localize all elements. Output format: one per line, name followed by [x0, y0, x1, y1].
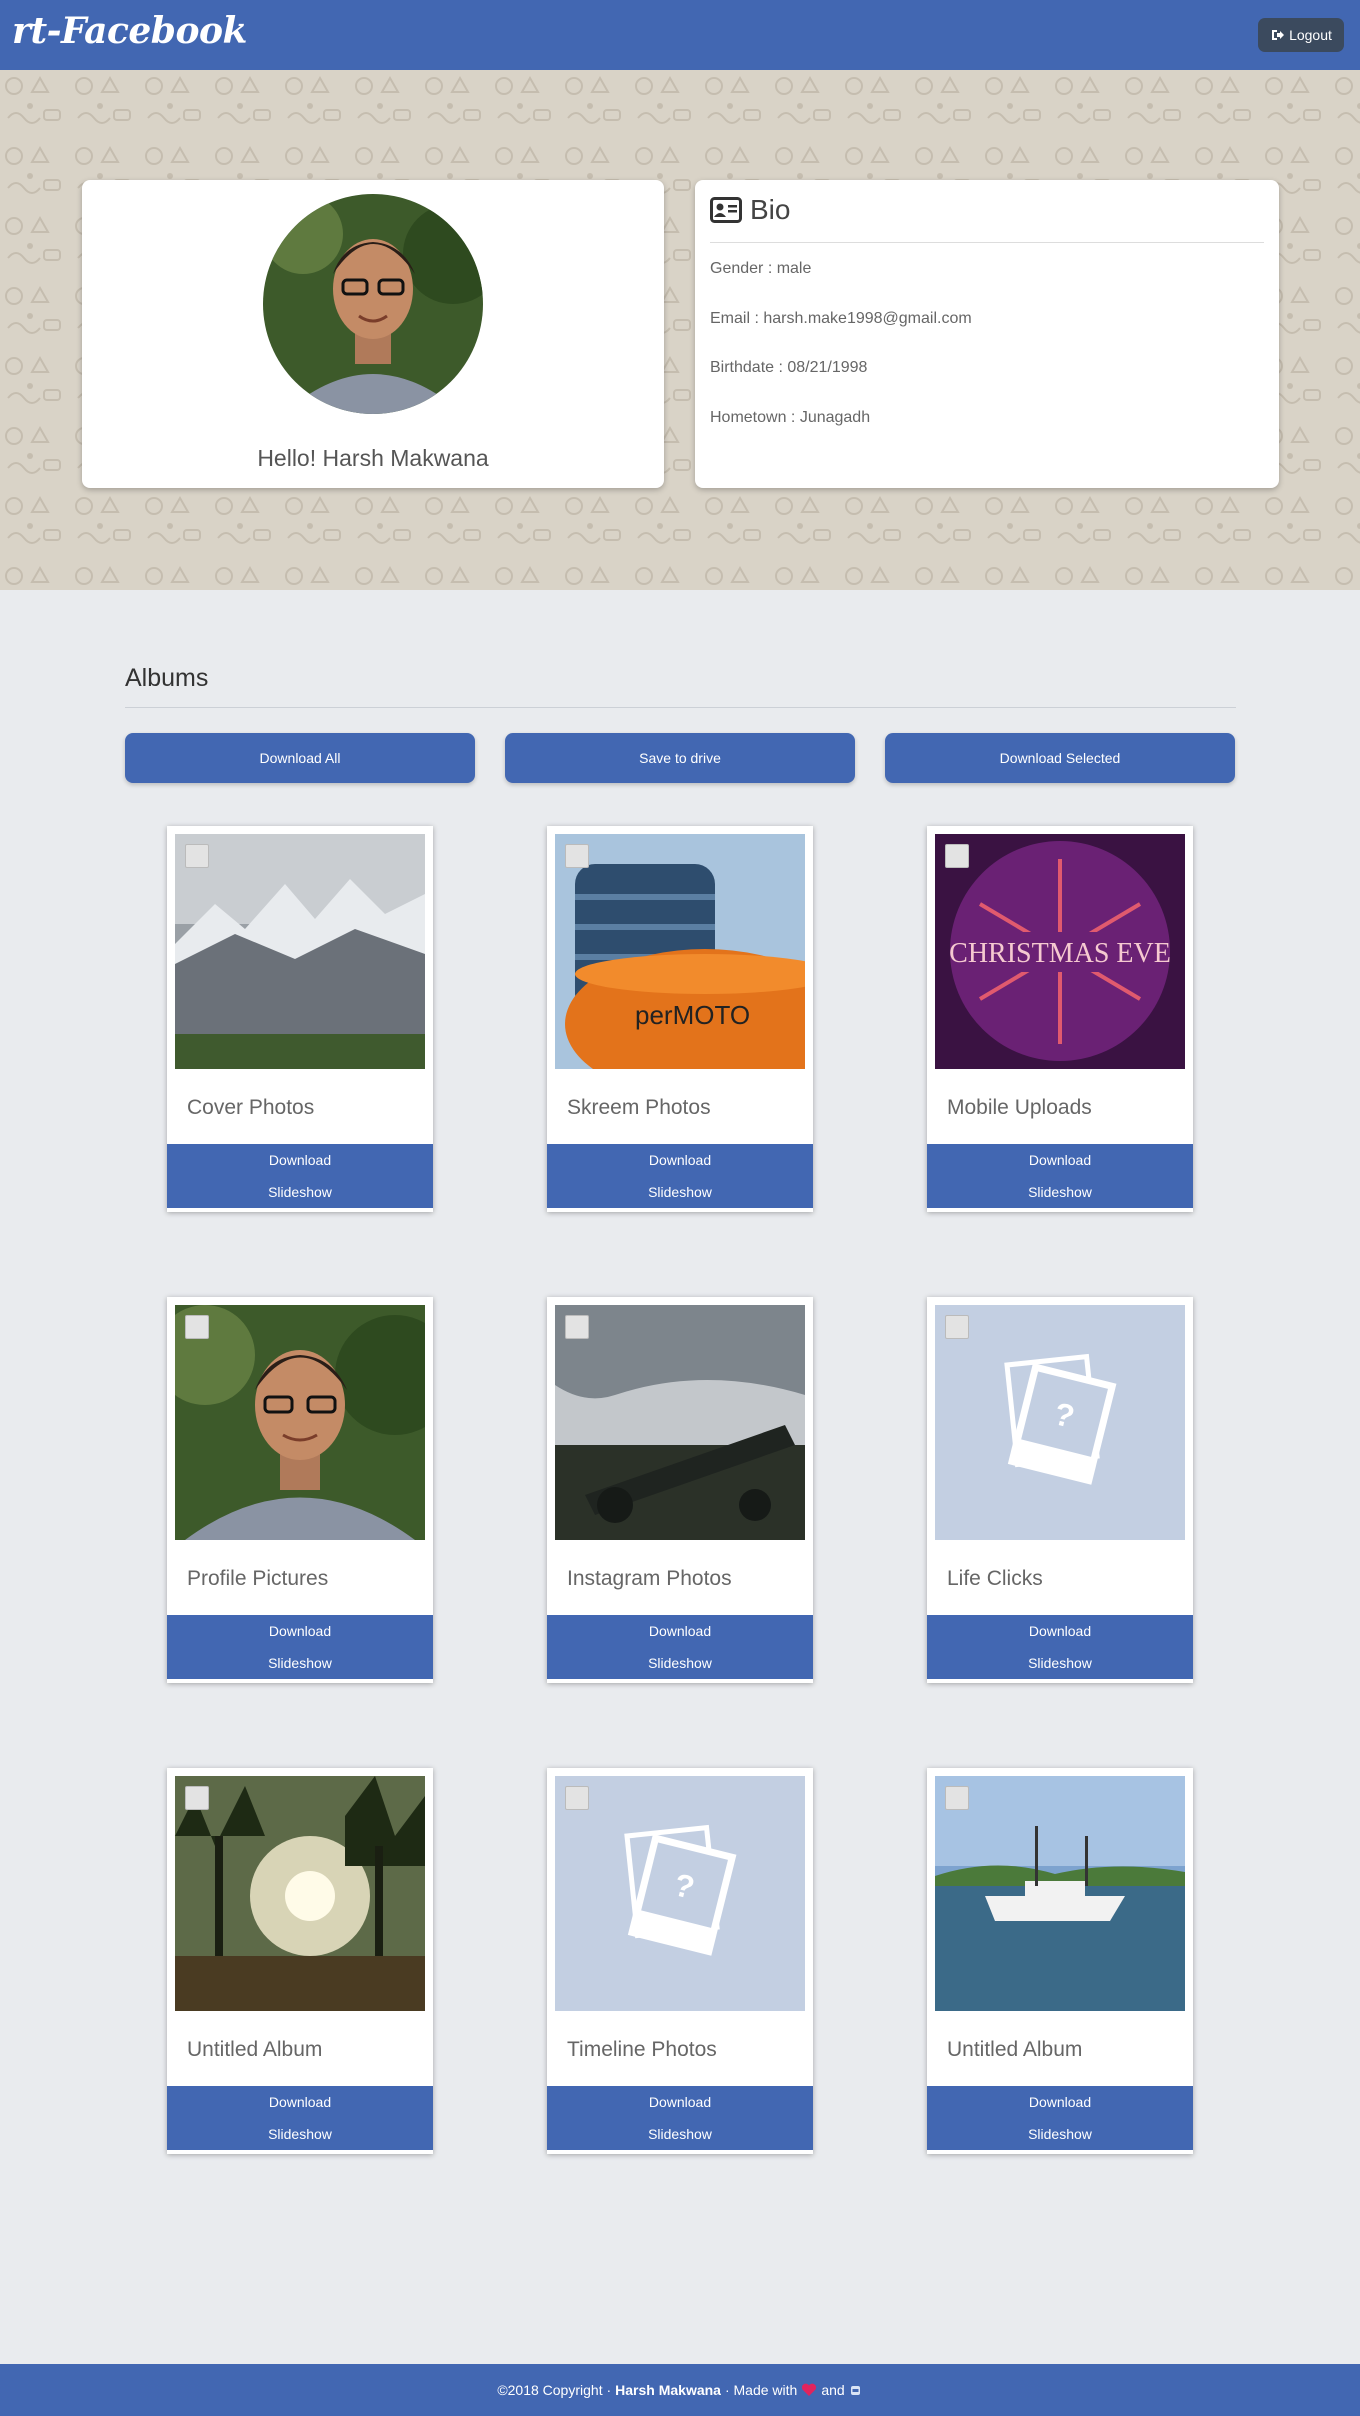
album-title: Profile Pictures — [187, 1567, 329, 1590]
album-slideshow-button[interactable]: Slideshow — [167, 1176, 433, 1208]
album-thumbnail[interactable]: ? — [935, 1305, 1185, 1540]
divider — [710, 242, 1264, 243]
profile-greeting: Hello! Harsh Makwana — [257, 445, 489, 471]
album-card: Untitled Album Download Slideshow — [927, 1768, 1193, 2154]
album-checkbox[interactable] — [185, 1315, 209, 1339]
album-thumbnail[interactable] — [175, 1776, 425, 2011]
album-slideshow-button[interactable]: Slideshow — [167, 2118, 433, 2150]
album-thumbnail[interactable] — [175, 834, 425, 1069]
album-title: Untitled Album — [947, 2038, 1083, 2061]
footer-copyright: ©2018 Copyright · — [497, 2382, 612, 2398]
bio-card: Bio Gender : male Email : harsh.make1998… — [695, 180, 1279, 488]
album-card: CHRISTMAS EVE Mobile Uploads Download Sl… — [927, 826, 1193, 1212]
profile-avatar[interactable] — [263, 194, 483, 414]
album-download-button[interactable]: Download — [547, 1144, 813, 1176]
bio-title: Bio — [750, 194, 791, 225]
album-thumbnail[interactable] — [175, 1305, 425, 1540]
albums-heading: Albums — [125, 664, 209, 692]
album-thumbnail[interactable] — [935, 1776, 1185, 2011]
christmas-text: CHRISTMAS EVE — [949, 938, 1171, 969]
album-checkbox[interactable] — [565, 1786, 589, 1810]
divider — [125, 707, 1236, 708]
bio-hometown: Hometown : Junagadh — [710, 409, 871, 426]
album-thumbnail[interactable]: ? — [555, 1776, 805, 2011]
album-thumbnail[interactable] — [555, 1305, 805, 1540]
album-slideshow-button[interactable]: Slideshow — [927, 1647, 1193, 1679]
album-download-button[interactable]: Download — [547, 2086, 813, 2118]
album-card: Profile Pictures Download Slideshow — [167, 1297, 433, 1683]
album-download-button[interactable]: Download — [167, 1144, 433, 1176]
album-slideshow-button[interactable]: Slideshow — [547, 1647, 813, 1679]
logout-label: Logout — [1289, 27, 1332, 43]
moto-text: perMOTO — [635, 1000, 750, 1030]
album-title: Untitled Album — [187, 2038, 323, 2061]
heart-icon — [802, 2383, 817, 2396]
album-checkbox[interactable] — [945, 1786, 969, 1810]
footer: ©2018 Copyright · Harsh Makwana · Made w… — [0, 2364, 1360, 2416]
footer-author[interactable]: Harsh Makwana — [615, 2382, 721, 2398]
album-checkbox[interactable] — [565, 1315, 589, 1339]
bio-email: Email : harsh.make1998@gmail.com — [710, 310, 972, 327]
album-card: Instagram Photos Download Slideshow — [547, 1297, 813, 1683]
album-card: ? Life Clicks Download Slideshow — [927, 1297, 1193, 1683]
album-download-button[interactable]: Download — [927, 1144, 1193, 1176]
id-card-icon — [710, 197, 742, 223]
album-thumbnail[interactable]: CHRISTMAS EVE — [935, 834, 1185, 1069]
profile-card: Hello! Harsh Makwana — [82, 180, 664, 488]
download-all-button[interactable]: Download All — [125, 733, 475, 783]
album-slideshow-button[interactable]: Slideshow — [547, 2118, 813, 2150]
logout-button[interactable]: Logout — [1258, 18, 1344, 52]
album-card: perMOTO Skreem Photos Download Slideshow — [547, 826, 813, 1212]
placeholder-photo-icon: ? — [935, 1305, 1185, 1540]
bio-birthdate: Birthdate : 08/21/1998 — [710, 359, 868, 376]
brand-logo[interactable]: rt-Facebook — [12, 10, 247, 52]
album-download-button[interactable]: Download — [167, 1615, 433, 1647]
album-download-button[interactable]: Download — [547, 1615, 813, 1647]
album-thumbnail[interactable]: perMOTO — [555, 834, 805, 1069]
album-title: Cover Photos — [187, 1096, 315, 1119]
placeholder-photo-icon: ? — [555, 1776, 805, 2011]
download-selected-button[interactable]: Download Selected — [885, 733, 1235, 783]
album-download-button[interactable]: Download — [927, 2086, 1193, 2118]
footer-and: and — [821, 2382, 845, 2398]
album-download-button[interactable]: Download — [167, 2086, 433, 2118]
footer-made-with: · Made with — [724, 2382, 798, 2398]
sign-out-icon — [1272, 30, 1285, 40]
album-title: Mobile Uploads — [947, 1096, 1092, 1119]
album-slideshow-button[interactable]: Slideshow — [927, 1176, 1193, 1208]
album-checkbox[interactable] — [565, 844, 589, 868]
album-slideshow-button[interactable]: Slideshow — [167, 1647, 433, 1679]
album-card: ? Timeline Photos Download Slideshow — [547, 1768, 813, 2154]
album-title: Skreem Photos — [567, 1096, 711, 1119]
album-checkbox[interactable] — [945, 1315, 969, 1339]
coffee-icon — [850, 2386, 860, 2395]
save-to-drive-button[interactable]: Save to drive — [505, 733, 855, 783]
hero-banner: Hello! Harsh Makwana Bio Gender : male E… — [0, 70, 1360, 590]
album-slideshow-button[interactable]: Slideshow — [547, 1176, 813, 1208]
bio-gender: Gender : male — [710, 260, 812, 277]
album-card: Cover Photos Download Slideshow — [167, 826, 433, 1212]
album-title: Instagram Photos — [567, 1567, 732, 1590]
album-checkbox[interactable] — [945, 844, 969, 868]
album-checkbox[interactable] — [185, 844, 209, 868]
album-slideshow-button[interactable]: Slideshow — [927, 2118, 1193, 2150]
bio-header: Bio — [710, 194, 790, 226]
album-download-button[interactable]: Download — [927, 1615, 1193, 1647]
album-title: Timeline Photos — [567, 2038, 717, 2061]
album-card: Untitled Album Download Slideshow — [167, 1768, 433, 2154]
album-checkbox[interactable] — [185, 1786, 209, 1810]
album-title: Life Clicks — [947, 1567, 1043, 1590]
navbar: rt-Facebook Logout — [0, 0, 1360, 70]
